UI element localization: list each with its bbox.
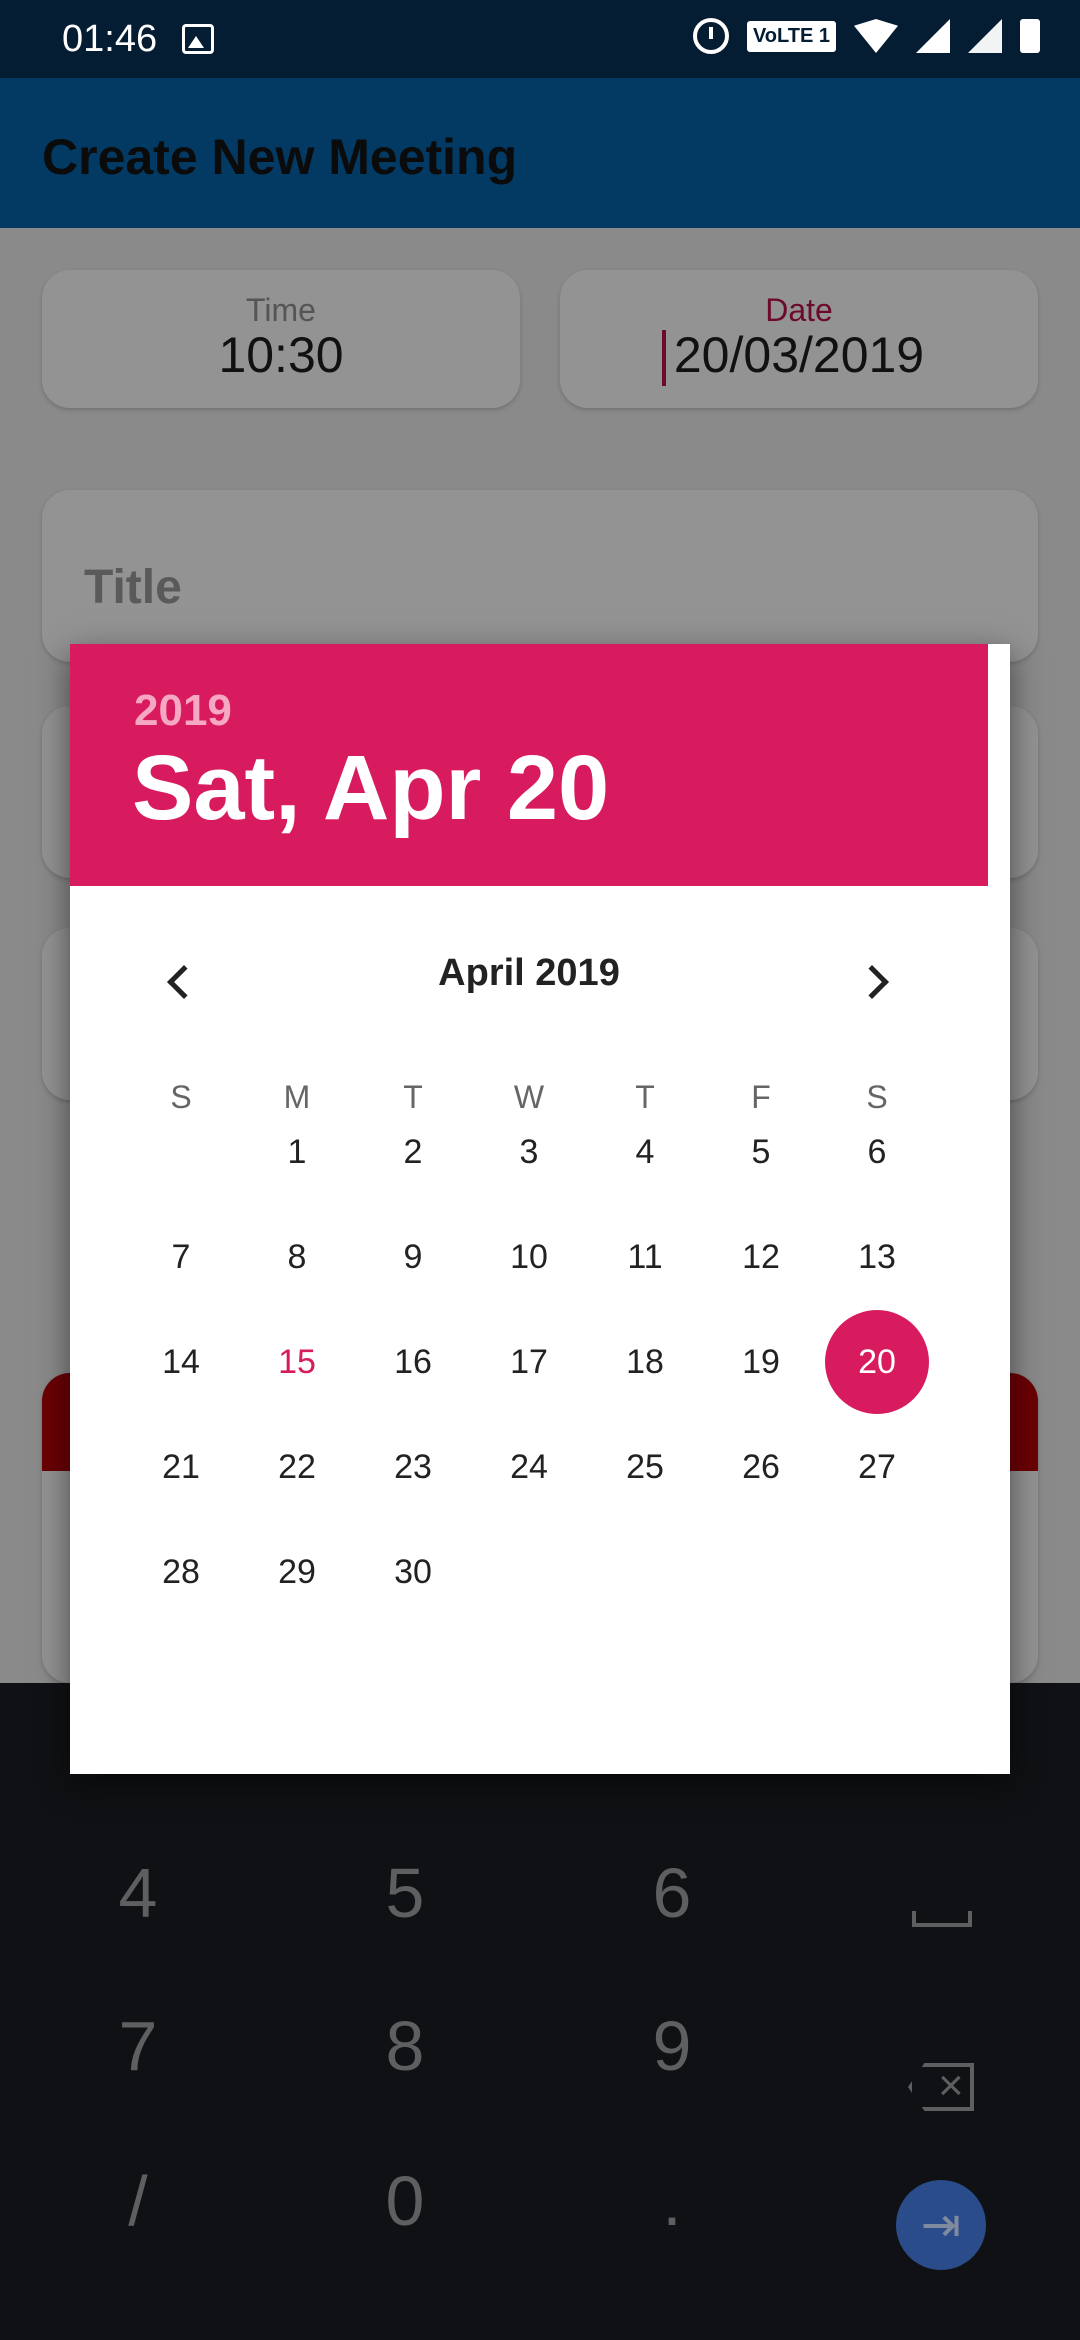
calendar-day[interactable]: 24 xyxy=(477,1415,581,1519)
chevron-right-icon xyxy=(855,965,889,999)
date-picker-header: 2019 Sat, Apr 20 xyxy=(70,644,988,886)
image-icon xyxy=(182,24,214,54)
calendar-day[interactable]: 5 xyxy=(709,1100,813,1204)
calendar-day[interactable]: 17 xyxy=(477,1310,581,1414)
status-icons: VoLTE 1 xyxy=(692,18,1040,54)
calendar-day-selected[interactable]: 20 xyxy=(825,1310,929,1414)
time-field[interactable]: Time 10:30 xyxy=(42,270,520,408)
calendar-day[interactable]: 11 xyxy=(593,1205,697,1309)
calendar-day[interactable]: 28 xyxy=(129,1520,233,1624)
calendar-day[interactable]: 7 xyxy=(129,1205,233,1309)
status-time: 01:46 xyxy=(62,18,158,60)
backspace-icon[interactable]: × xyxy=(908,2063,974,2111)
next-month-button[interactable] xyxy=(848,954,908,1014)
calendar-day[interactable]: 19 xyxy=(709,1310,813,1414)
date-field[interactable]: Date 20/03/2019 xyxy=(560,270,1038,408)
calendar-day[interactable]: 12 xyxy=(709,1205,813,1309)
date-label: Date xyxy=(765,292,833,328)
calendar-day[interactable]: 9 xyxy=(361,1205,465,1309)
header-year[interactable]: 2019 xyxy=(134,686,232,736)
calendar-day[interactable]: 30 xyxy=(361,1520,465,1624)
date-value: 20/03/2019 xyxy=(673,327,925,383)
calendar-day[interactable]: 13 xyxy=(825,1205,929,1309)
calendar-day[interactable]: 1 xyxy=(245,1100,349,1204)
wifi-icon xyxy=(854,19,898,53)
calendar-day[interactable]: 8 xyxy=(245,1205,349,1309)
calendar-day[interactable]: 18 xyxy=(593,1310,697,1414)
calendar-day[interactable]: 14 xyxy=(129,1310,233,1414)
calendar-day[interactable]: 6 xyxy=(825,1100,929,1204)
header-date: Sat, Apr 20 xyxy=(132,737,610,839)
page-title: Create New Meeting xyxy=(42,129,518,185)
calendar-day[interactable]: 25 xyxy=(593,1415,697,1519)
battery-icon xyxy=(1020,19,1040,53)
signal-icon xyxy=(916,19,950,53)
space-key-icon[interactable] xyxy=(912,1911,972,1927)
date-picker-dialog: 2019 Sat, Apr 20 April 2019 SMTWTFS 1234… xyxy=(70,644,1010,1774)
time-label: Time xyxy=(246,292,316,328)
key-8[interactable]: 8 xyxy=(305,2006,505,2086)
calendar-day[interactable]: 2 xyxy=(361,1100,465,1204)
alarm-icon xyxy=(692,18,729,54)
key-6[interactable]: 6 xyxy=(572,1853,772,1933)
weekday-label: S xyxy=(170,1079,192,1115)
calendar-day[interactable]: 29 xyxy=(245,1520,349,1624)
calendar-day[interactable]: 15 xyxy=(245,1310,349,1414)
key-slash[interactable]: / xyxy=(38,2161,238,2241)
app-bar: Create New Meeting xyxy=(0,78,1080,228)
key-dot[interactable]: . xyxy=(572,2161,772,2241)
calendar-day[interactable]: 3 xyxy=(477,1100,581,1204)
calendar-day[interactable]: 22 xyxy=(245,1415,349,1519)
status-bar: 01:46 VoLTE 1 xyxy=(0,0,1080,78)
volte-icon: VoLTE 1 xyxy=(746,20,836,52)
key-7[interactable]: 7 xyxy=(38,2006,238,2086)
time-value: 10:30 xyxy=(218,327,344,383)
key-0[interactable]: 0 xyxy=(305,2161,505,2241)
title-placeholder: Title xyxy=(84,561,182,614)
title-field[interactable]: Title xyxy=(42,490,1038,662)
calendar-day[interactable]: 10 xyxy=(477,1205,581,1309)
calendar-day[interactable]: 16 xyxy=(361,1310,465,1414)
key-9[interactable]: 9 xyxy=(572,2006,772,2086)
calendar-day[interactable]: 23 xyxy=(361,1415,465,1519)
calendar-day[interactable]: 27 xyxy=(825,1415,929,1519)
numeric-keyboard: 1 2 3 - 4 5 6 7 8 9 × / 0 . ⇥ xyxy=(0,1683,1080,2340)
calendar-day[interactable]: 21 xyxy=(129,1415,233,1519)
calendar-day[interactable]: 4 xyxy=(593,1100,697,1204)
calendar-day[interactable]: 26 xyxy=(709,1415,813,1519)
key-5[interactable]: 5 xyxy=(305,1853,505,1933)
signal-icon xyxy=(968,19,1002,53)
key-4[interactable]: 4 xyxy=(38,1853,238,1933)
enter-key-icon[interactable]: ⇥ xyxy=(896,2180,986,2270)
